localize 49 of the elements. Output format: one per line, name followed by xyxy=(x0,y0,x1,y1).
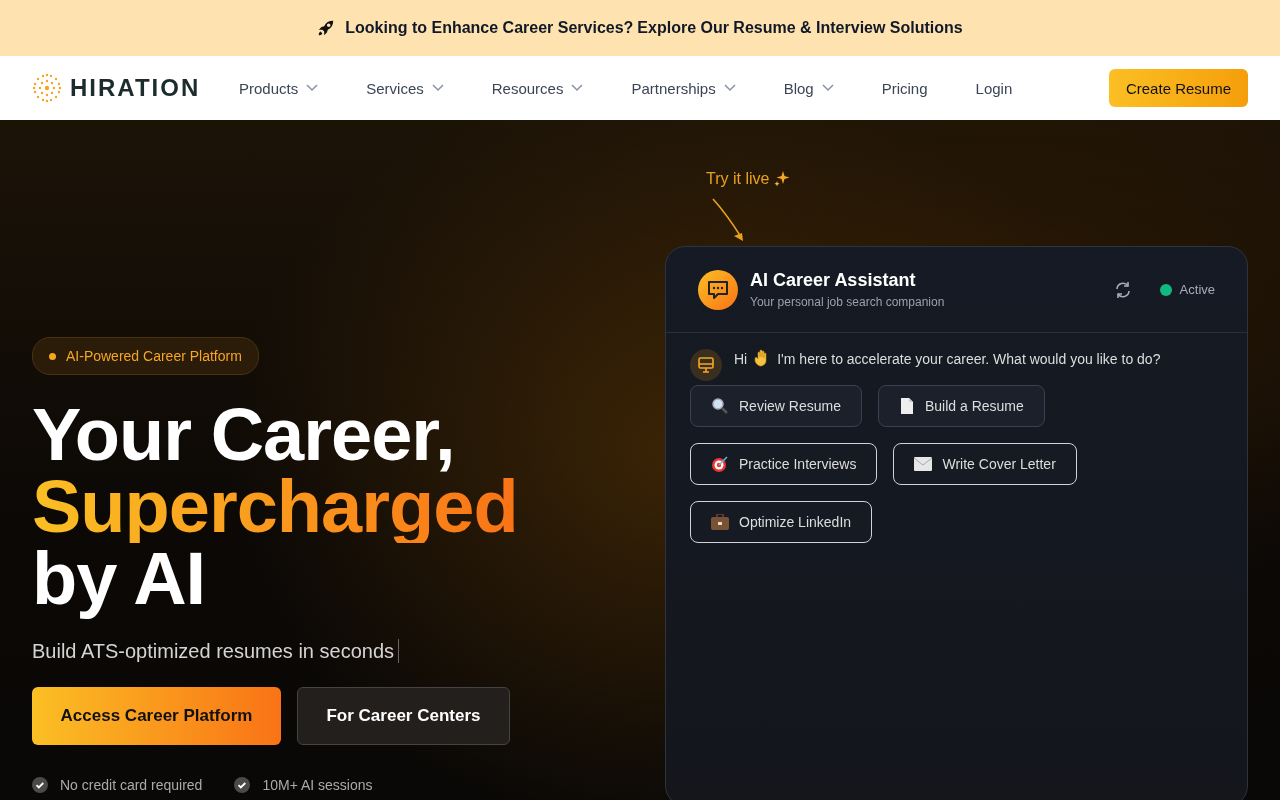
headline: Your Career, xyxy=(32,399,456,471)
target-icon xyxy=(711,455,729,473)
briefcase-icon xyxy=(711,514,729,530)
feature-text: No credit card required xyxy=(60,777,203,793)
magnifier-icon xyxy=(711,397,729,415)
chevron-down-icon xyxy=(306,84,319,92)
check-circle-icon xyxy=(234,777,251,793)
option-button[interactable]: Write Cover Letter xyxy=(893,443,1077,485)
check-circle-icon xyxy=(32,777,48,793)
option-button[interactable]: Build a Resume xyxy=(877,385,1045,427)
status-text: Active xyxy=(1179,282,1215,297)
status-dot xyxy=(1159,283,1172,296)
logo-icon xyxy=(32,73,62,103)
chevron-down-icon xyxy=(723,84,736,92)
chat-title: AI Career Assistant xyxy=(750,270,917,291)
subtitle: Build ATS-optimized resumes in seconds xyxy=(32,639,394,663)
option-button[interactable]: Practice Interviews xyxy=(690,443,878,485)
option-button[interactable]: Optimize LinkedIn xyxy=(690,501,873,543)
monitor-icon xyxy=(690,349,722,381)
feature-text: 10M+ AI sessions xyxy=(262,777,373,793)
nav-link[interactable]: Resources xyxy=(491,79,584,97)
banner-link[interactable]: Explore Our Resume & Interview Solutions xyxy=(637,19,963,37)
option-button[interactable]: Review Resume xyxy=(690,385,862,427)
nav-link[interactable]: Pricing xyxy=(881,79,928,97)
chat-subtitle: Your personal job search companion xyxy=(750,295,946,309)
nav-link[interactable]: Login xyxy=(975,79,1013,97)
access-platform-button[interactable]: Access Career Platform xyxy=(32,687,281,745)
nav-link[interactable]: Partnerships xyxy=(631,79,736,97)
chat-bubble-icon xyxy=(698,269,738,310)
envelope-icon xyxy=(914,457,933,471)
career-centers-button[interactable]: For Career Centers xyxy=(297,687,510,745)
badge: AI-Powered Career Platform xyxy=(32,337,259,375)
nav-link[interactable]: Services xyxy=(366,79,444,97)
sparkle-icon xyxy=(773,170,792,188)
nav-link[interactable]: Products xyxy=(239,79,319,97)
banner-text: Looking to Enhance Career Services? xyxy=(345,19,634,37)
refresh-icon[interactable] xyxy=(1113,280,1132,299)
chevron-down-icon xyxy=(431,84,444,92)
chevron-down-icon xyxy=(821,84,834,92)
greeting-text: Hi xyxy=(734,350,748,369)
text-cursor xyxy=(398,639,399,663)
rocket-icon xyxy=(317,19,336,37)
nav-link[interactable]: Blog xyxy=(783,79,834,97)
try-it-live-label: Try it live xyxy=(706,170,770,188)
create-resume-button[interactable]: Create Resume xyxy=(1108,69,1248,107)
logo-wordmark[interactable]: HIRATION xyxy=(70,74,201,102)
chevron-down-icon xyxy=(571,84,584,92)
document-icon xyxy=(898,397,915,415)
chat-message: I'm here to accelerate your career. What would you like to do? xyxy=(777,350,1161,369)
